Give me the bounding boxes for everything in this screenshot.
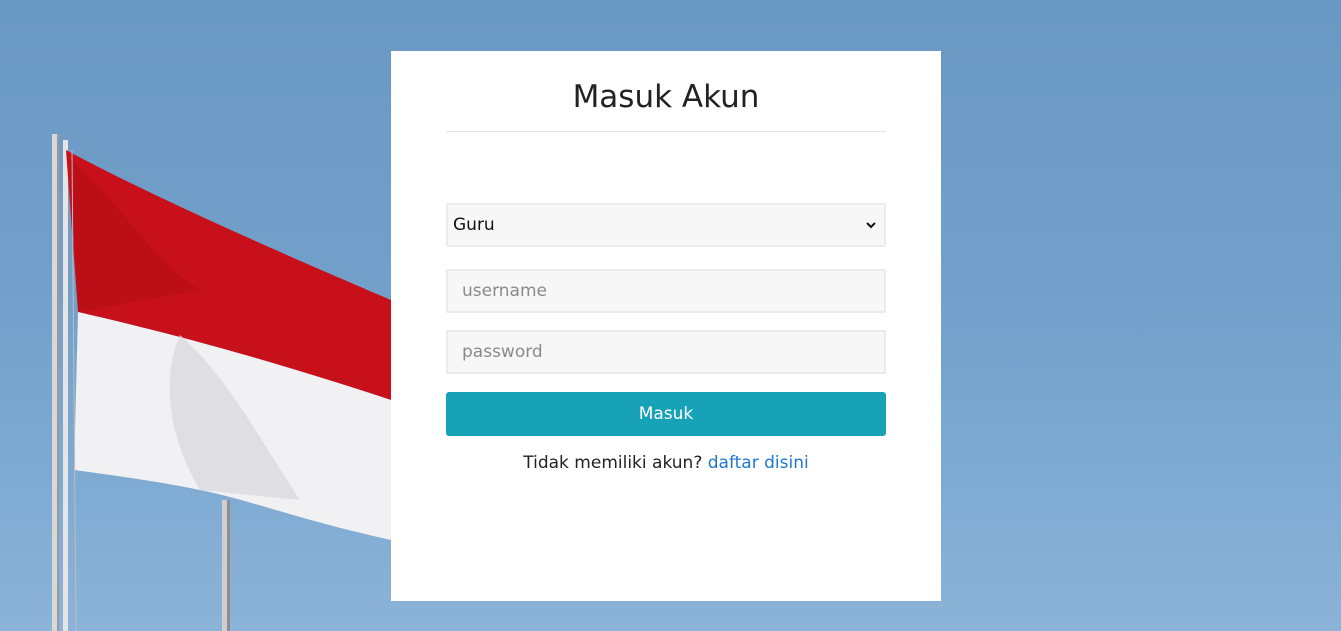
login-button[interactable]: Masuk xyxy=(446,392,886,436)
chevron-down-icon xyxy=(863,217,879,233)
title-divider xyxy=(446,131,886,132)
role-select[interactable]: Guru xyxy=(446,203,886,247)
register-link[interactable]: daftar disini xyxy=(708,453,809,473)
register-prompt-line: Tidak memiliki akun? daftar disini xyxy=(391,453,941,473)
register-prompt-text: Tidak memiliki akun? xyxy=(523,453,703,473)
username-input[interactable] xyxy=(446,269,886,313)
password-input[interactable] xyxy=(446,330,886,374)
role-select-value: Guru xyxy=(453,215,495,235)
page-title: Masuk Akun xyxy=(572,79,760,115)
login-card: Masuk Akun Guru Masuk Tidak memiliki aku… xyxy=(391,51,941,601)
